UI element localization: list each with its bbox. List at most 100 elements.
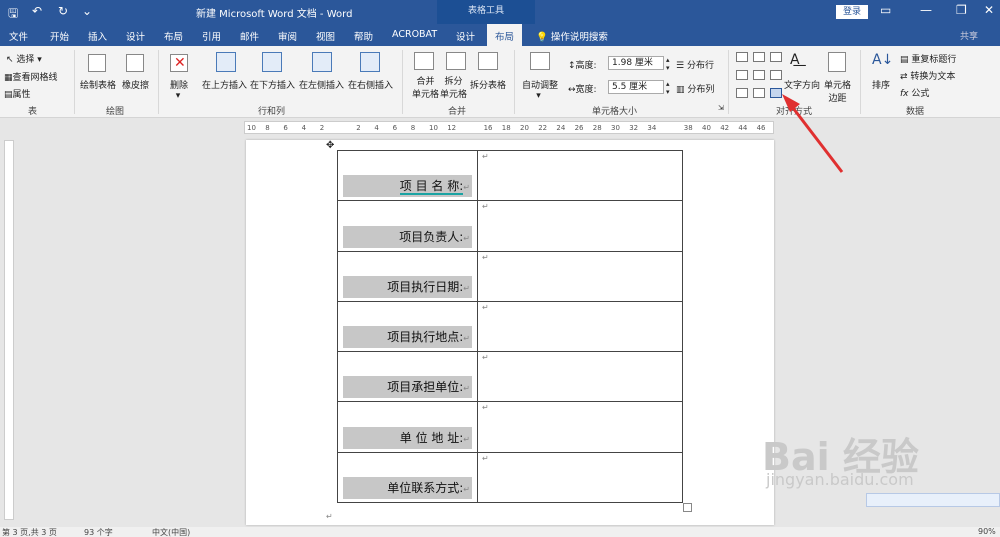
label-cell[interactable]: 项目承担单位:↵	[337, 351, 478, 403]
table-row[interactable]: 单 位 地 址:↵ ↵	[337, 401, 683, 453]
distribute-cols-button[interactable]: ▥ 分布列	[676, 82, 714, 95]
insert-above-icon[interactable]	[216, 52, 236, 72]
value-cell[interactable]: ↵	[477, 250, 683, 302]
align-top-right-icon[interactable]	[770, 52, 782, 62]
insert-right-button[interactable]: 在右侧插入	[348, 78, 393, 91]
distribute-rows-button[interactable]: ☰ 分布行	[676, 58, 714, 71]
tab-mailings[interactable]: 邮件	[240, 29, 259, 43]
insert-below-icon[interactable]	[262, 52, 282, 72]
label-cell[interactable]: 项目执行地点:↵	[337, 300, 478, 353]
eraser-icon[interactable]	[126, 54, 144, 72]
tab-table-layout[interactable]: 布局	[487, 24, 523, 46]
sort-icon[interactable]: A↓	[872, 52, 893, 68]
align-middle-left-icon[interactable]	[736, 70, 748, 80]
properties-button[interactable]: ▤属性	[4, 87, 31, 100]
draw-table-button[interactable]: 绘制表格	[80, 78, 116, 91]
table-row[interactable]: 项 目 名 称:↵ ↵	[337, 149, 683, 202]
align-top-center-icon[interactable]	[753, 52, 765, 62]
zoom-level[interactable]: 90%	[978, 527, 996, 536]
word-count[interactable]: 93 个字	[84, 527, 113, 537]
tab-help[interactable]: 帮助	[354, 29, 373, 43]
repeat-header-button[interactable]: ▤ 重复标题行	[900, 52, 956, 65]
cell-margins-icon[interactable]	[828, 52, 846, 72]
align-middle-right-icon[interactable]	[770, 70, 782, 80]
insert-left-icon[interactable]	[312, 52, 332, 72]
login-button[interactable]: 登录	[836, 5, 868, 19]
merge-cells-button[interactable]: 合并 单元格	[412, 74, 439, 100]
text-direction-icon[interactable]: A͟	[790, 52, 810, 70]
minimize-icon[interactable]: —	[920, 3, 932, 17]
sort-button[interactable]: 排序	[872, 78, 890, 91]
tab-home[interactable]: 开始	[50, 29, 69, 43]
autofit-button[interactable]: 自动调整 ▾	[522, 78, 558, 101]
height-spinner[interactable]: ▴ ▾	[666, 56, 670, 72]
tab-insert[interactable]: 插入	[88, 29, 107, 43]
select-button[interactable]: ↖ 选择 ▾	[6, 52, 42, 65]
customize-qa-icon[interactable]: ⌄	[82, 4, 92, 18]
align-middle-center-icon[interactable]	[753, 70, 765, 80]
value-cell[interactable]: ↵	[477, 401, 683, 453]
autofit-icon[interactable]	[530, 52, 550, 70]
text-direction-button[interactable]: 文字方向	[784, 78, 820, 91]
tab-layout[interactable]: 布局	[164, 29, 183, 43]
table-move-handle-icon[interactable]: ✥	[326, 140, 334, 151]
table-row[interactable]: 单位联系方式:↵ ↵	[337, 451, 683, 504]
value-cell[interactable]: ↵	[477, 149, 683, 202]
table-resize-handle[interactable]	[683, 503, 692, 512]
tab-acrobat[interactable]: ACROBAT	[392, 29, 437, 40]
tab-design[interactable]: 设计	[126, 29, 145, 43]
split-table-button[interactable]: 拆分表格	[470, 78, 506, 91]
insert-below-button[interactable]: 在下方插入	[250, 78, 295, 91]
table-row[interactable]: 项目承担单位:↵ ↵	[337, 351, 683, 403]
page-count[interactable]: 第 3 页,共 3 页	[2, 527, 57, 537]
cell-margins-button[interactable]: 单元格 边距	[824, 78, 851, 104]
insert-above-button[interactable]: 在上方插入	[202, 78, 247, 91]
close-icon[interactable]: ✕	[984, 3, 994, 17]
split-cells-button[interactable]: 拆分 单元格	[440, 74, 467, 100]
undo-icon[interactable]: ↶	[32, 4, 42, 18]
tab-table-design[interactable]: 设计	[456, 29, 475, 43]
label-cell[interactable]: 项 目 名 称:↵	[337, 149, 478, 202]
language-status[interactable]: 中文(中国)	[152, 527, 190, 537]
help-search[interactable]: 💡 操作说明搜索	[536, 29, 608, 43]
draw-table-icon[interactable]	[88, 54, 106, 72]
value-cell[interactable]: ↵	[477, 200, 683, 252]
align-top-left-icon[interactable]	[736, 52, 748, 62]
table-row[interactable]: 项目执行地点:↵ ↵	[337, 300, 683, 353]
share-button[interactable]: 共享	[960, 29, 978, 42]
split-cells-icon[interactable]	[446, 52, 466, 70]
horizontal-ruler[interactable]: 10 8 6 4 2 2 4 6 8 10 12 16 18 20 22 24 26 28 30 32 34 38 40 42…	[244, 121, 774, 134]
convert-to-text-button[interactable]: ⇄ 转换为文本	[900, 69, 955, 82]
align-bottom-center-icon[interactable]	[753, 88, 765, 98]
cell-size-launcher-icon[interactable]: ⇲	[718, 104, 724, 112]
value-cell[interactable]: ↵	[477, 451, 683, 504]
tab-view[interactable]: 视图	[316, 29, 335, 43]
save-icon[interactable]: 🖫	[8, 4, 18, 25]
insert-right-icon[interactable]	[360, 52, 380, 72]
eraser-button[interactable]: 橡皮擦	[122, 78, 149, 91]
align-bottom-right-icon[interactable]	[770, 88, 782, 98]
label-cell[interactable]: 单 位 地 址:↵	[337, 401, 478, 453]
formula-button[interactable]: fx 公式	[900, 86, 929, 99]
align-bottom-left-icon[interactable]	[736, 88, 748, 98]
label-cell[interactable]: 项目负责人:↵	[337, 200, 478, 252]
document-table[interactable]: 项 目 名 称:↵ ↵ 项目负责人:↵ ↵ 项目执行日期:↵ ↵ 项目执行地点:↵ ↵ 项目承担…	[337, 149, 683, 504]
delete-button[interactable]: 删除 ▾	[170, 78, 188, 101]
table-row[interactable]: 项目负责人:↵ ↵	[337, 200, 683, 252]
tab-references[interactable]: 引用	[202, 29, 221, 43]
delete-icon[interactable]: ✕	[170, 54, 188, 72]
value-cell[interactable]: ↵	[477, 351, 683, 403]
table-row[interactable]: 项目执行日期:↵ ↵	[337, 250, 683, 302]
tab-review[interactable]: 审阅	[278, 29, 297, 43]
label-cell[interactable]: 项目执行日期:↵	[337, 250, 478, 302]
width-field[interactable]: 5.5 厘米	[608, 80, 664, 94]
insert-left-button[interactable]: 在左侧插入	[299, 78, 344, 91]
ribbon-display-icon[interactable]: ▭	[880, 3, 891, 17]
restore-icon[interactable]: ❐	[956, 3, 967, 17]
ime-toolbar[interactable]	[866, 493, 1000, 507]
tab-file[interactable]: 文件	[9, 29, 28, 43]
merge-cells-icon[interactable]	[414, 52, 434, 70]
vertical-ruler[interactable]	[4, 140, 14, 520]
view-gridlines-button[interactable]: ▦查看网格线	[4, 70, 58, 83]
redo-icon[interactable]: ↻	[58, 4, 68, 18]
